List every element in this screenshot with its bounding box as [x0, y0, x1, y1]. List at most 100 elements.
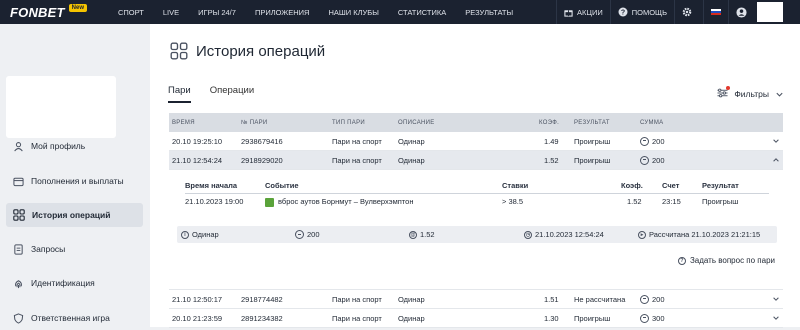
summary-placed: ◷ 21.10.2023 12:54:24 [524, 230, 604, 239]
fonbet-logo[interactable]: FONBET New [0, 0, 118, 24]
event-name-text: вброс аутов Борнмут – Вулверхэмптон [278, 197, 414, 206]
bet-result: Проигрыш [574, 155, 611, 165]
settings-button[interactable] [674, 0, 703, 24]
sidebar-item-profile[interactable]: Мой профиль [6, 134, 143, 158]
gift-icon [564, 9, 573, 17]
bet-details-panel: Время начала Событие Ставки Коэф. Счет Р… [169, 170, 783, 290]
sidebar-item-label: Мой профиль [31, 141, 86, 151]
nav-link-live[interactable]: LIVE [163, 8, 179, 17]
event-name[interactable]: вброс аутов Борнмут – Вулверхэмптон [265, 197, 413, 207]
summary-coef-text: 1.52 [420, 230, 435, 239]
bet-coef: 1.52 [544, 155, 559, 165]
clock-icon: ◷ [524, 230, 532, 239]
sidebar-item-requests[interactable]: Запросы [6, 237, 143, 261]
bet-sum-value: 200 [652, 136, 665, 146]
nav-link-results[interactable]: РЕЗУЛЬТАТЫ [465, 8, 513, 17]
sidebar-item-identification[interactable]: Идентификация [6, 271, 143, 295]
bet-sum: 200 [640, 136, 665, 146]
nav-right-group: АКЦИИ ? ПОМОЩЬ [556, 0, 800, 24]
sidebar-item-label: Пополнения и выплаты [31, 176, 124, 186]
column-header-time: ВРЕМЯ [172, 119, 195, 126]
chevron-down-icon[interactable] [772, 314, 780, 322]
column-header-coef: КОЭФ. [539, 119, 560, 126]
logo-text: FONBET [10, 4, 65, 20]
account-button[interactable] [728, 0, 800, 24]
details-row: 21.10.2023 19:00 вброс аутов Борнмут – В… [185, 197, 769, 211]
help-button[interactable]: ? ПОМОЩЬ [609, 0, 674, 24]
at-sign-icon: @ [409, 230, 417, 239]
table-row[interactable]: 21.10 12:50:17 2918774482 Пари на спорт … [169, 290, 783, 309]
table-row[interactable]: 20.10 21:23:59 2891234382 Пари на спорт … [169, 309, 783, 328]
bet-description: Одинар [398, 313, 425, 323]
top-navigation-bar: FONBET New СПОРТ LIVE ИГРЫ 24/7 ПРИЛОЖЕН… [0, 0, 800, 24]
nav-link-sport[interactable]: СПОРТ [118, 8, 144, 17]
new-badge: New [68, 4, 87, 12]
table-row-expanded[interactable]: 21.10 12:54:24 2918929020 Пари на спорт … [169, 151, 783, 170]
help-label: ПОМОЩЬ [631, 7, 667, 17]
summary-settled-text: Рассчитана 21.10.2023 21:21:15 [649, 230, 761, 239]
nav-link-statistics[interactable]: СТАТИСТИКА [398, 8, 446, 17]
bet-time: 20.10 21:23:59 [172, 313, 223, 323]
chevron-up-icon[interactable] [772, 156, 780, 164]
chevron-down-icon[interactable] [772, 295, 780, 303]
details-header-score: Счет [662, 181, 680, 190]
account-avatar[interactable] [757, 2, 783, 22]
bet-coef: 1.30 [544, 313, 559, 323]
tab-bets[interactable]: Пари [168, 85, 191, 103]
chevron-down-icon[interactable] [772, 137, 780, 145]
details-header: Время начала Событие Ставки Коэф. Счет Р… [185, 181, 769, 194]
details-header-start: Время начала [185, 181, 238, 190]
bet-description: Одинар [398, 155, 425, 165]
main-menu: СПОРТ LIVE ИГРЫ 24/7 ПРИЛОЖЕНИЯ НАШИ КЛУ… [118, 8, 532, 17]
ask-question-label: Задать вопрос по пари [689, 256, 775, 265]
sidebar: Мой профиль Пополнения и выплаты История… [0, 24, 150, 327]
bet-coef: 1.49 [544, 136, 559, 146]
bet-description: Одинар [398, 294, 425, 304]
column-header-type: ТИП ПАРИ [332, 119, 365, 126]
coin-icon [640, 313, 649, 323]
column-header-result: РЕЗУЛЬТАТ [574, 119, 610, 126]
tabs: Пари Операции [168, 85, 273, 103]
column-header-description: ОПИСАНИЕ [398, 119, 435, 126]
sidebar-item-payments[interactable]: Пополнения и выплаты [6, 169, 143, 193]
grid-icon [170, 42, 188, 60]
table-row[interactable]: 20.10 19:25:10 2938679416 Пари на спорт … [169, 132, 783, 151]
details-header-bets: Ставки [502, 181, 529, 190]
bet-coef: 1.51 [544, 294, 559, 304]
tab-operations[interactable]: Операции [210, 85, 254, 103]
bet-description: Одинар [398, 136, 425, 146]
summary-coef: @1.52 [409, 230, 435, 239]
bet-time: 20.10 19:25:10 [172, 136, 223, 146]
summary-type-text: Одинар [192, 230, 219, 239]
nav-link-games[interactable]: ИГРЫ 24/7 [198, 8, 236, 17]
user-circle-icon [736, 6, 747, 18]
bet-time: 21.10 12:50:17 [172, 294, 223, 304]
summary-placed-text: 21.10.2023 12:54:24 [535, 230, 604, 239]
ask-question-link[interactable]: ? Задать вопрос по пари [677, 256, 775, 265]
bet-number: 2938679416 [241, 136, 283, 146]
promo-button[interactable]: АКЦИИ [556, 0, 610, 24]
language-button[interactable] [703, 0, 728, 24]
coin-icon [640, 155, 649, 165]
sidebar-item-history[interactable]: История операций [6, 203, 143, 227]
profile-card [6, 76, 116, 138]
column-header-sum: СУММА [640, 119, 664, 126]
nav-link-clubs[interactable]: НАШИ КЛУБЫ [328, 8, 378, 17]
page-header: История операций [170, 42, 325, 60]
bet-sum: 200 [640, 294, 665, 304]
sidebar-item-responsible-gaming[interactable]: Ответственная игра [6, 306, 143, 330]
chevron-down-icon [776, 92, 783, 97]
details-header-coef: Коэф. [621, 181, 643, 190]
filters-button[interactable]: Фильтры [717, 86, 784, 100]
russian-flag-icon [711, 8, 721, 16]
bet-result: Проигрыш [574, 136, 611, 146]
user-icon [14, 141, 23, 151]
nav-link-apps[interactable]: ПРИЛОЖЕНИЯ [255, 8, 310, 17]
bet-result: Не рассчитана [574, 294, 626, 304]
info-icon: i [181, 230, 189, 239]
bet-number: 2891234382 [241, 313, 283, 323]
bet-sum: 200 [640, 155, 665, 165]
bet-type: Пари на спорт [332, 155, 382, 165]
promo-label: АКЦИИ [577, 7, 603, 17]
sidebar-item-label: Запросы [31, 244, 66, 254]
